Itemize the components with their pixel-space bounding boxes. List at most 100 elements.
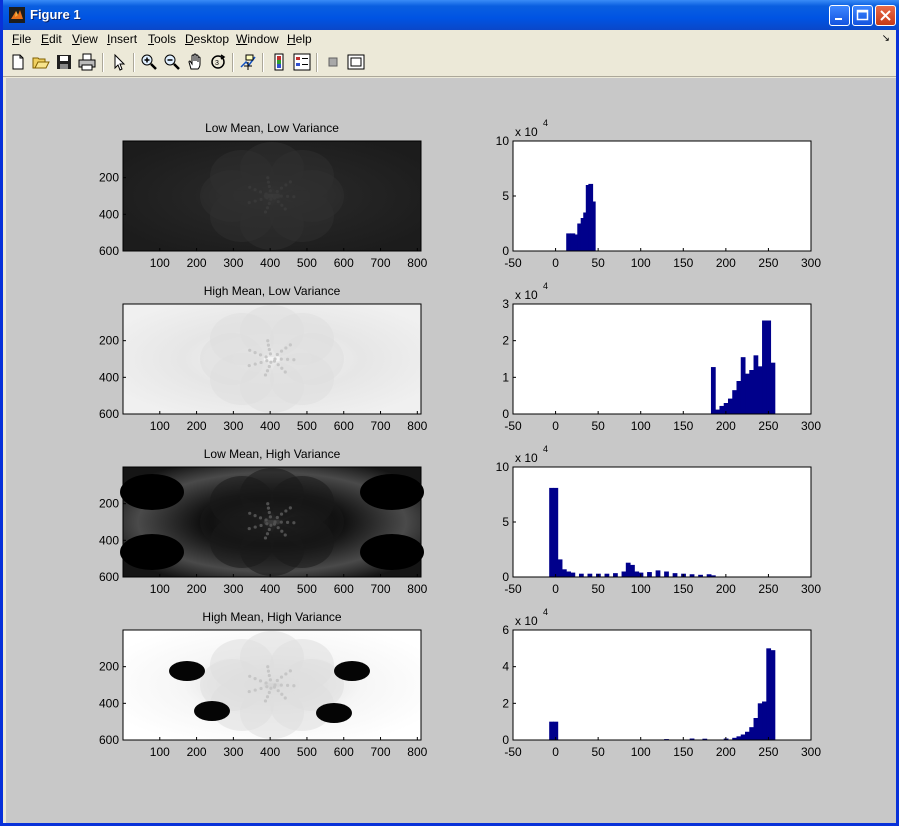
menu-edit[interactable]: Edit — [41, 32, 62, 46]
image-fractal-dot — [279, 520, 283, 524]
histogram-bar — [745, 731, 750, 740]
y-tick-label: 400 — [99, 370, 119, 384]
histogram-bar — [753, 355, 759, 414]
image-fractal-dot — [253, 199, 257, 203]
image-dark-region — [360, 534, 424, 570]
title-bar[interactable]: Figure 1 — [3, 0, 899, 30]
image-fractal-dot — [280, 529, 284, 533]
histogram-bar — [766, 648, 772, 740]
insert-legend-icon[interactable] — [293, 53, 311, 71]
x-tick-label: 300 — [801, 256, 821, 270]
menu-insert[interactable]: Insert — [107, 32, 137, 46]
x-tick-label: 300 — [223, 419, 243, 433]
show-plot-tools-icon[interactable] — [347, 53, 365, 71]
histogram-axes — [512, 629, 812, 741]
image-fractal-dot — [268, 189, 273, 193]
y-exponent-power: 4 — [543, 444, 548, 454]
dock-arrow-icon[interactable]: ↘ — [882, 33, 890, 44]
histogram-bar — [770, 650, 776, 740]
image-fractal-dot — [267, 510, 271, 515]
image-fractal-dot — [247, 363, 251, 368]
x-tick-label: 500 — [297, 256, 317, 270]
image-fractal-dot — [266, 502, 270, 506]
y-tick-label: 0 — [502, 244, 509, 258]
maximize-button[interactable] — [852, 5, 873, 26]
zoom-in-icon[interactable] — [140, 53, 158, 71]
x-tick-label: 200 — [716, 582, 736, 596]
histogram-bar — [549, 721, 554, 740]
image-fractal-dot — [253, 677, 257, 681]
histogram-bar — [745, 373, 750, 414]
menu-view[interactable]: View — [72, 32, 98, 46]
edit-plot-arrow-icon[interactable] — [110, 53, 128, 71]
image-fractal-dot — [285, 194, 290, 198]
x-tick-label: 600 — [334, 582, 354, 596]
subplot-title: High Mean, High Variance — [202, 610, 342, 624]
x-tick-label: -50 — [504, 745, 522, 759]
print-icon[interactable] — [78, 53, 96, 71]
histogram-bar — [634, 571, 640, 577]
menu-tools[interactable]: Tools — [148, 32, 176, 46]
x-tick-label: 50 — [591, 419, 605, 433]
histogram-bar — [561, 569, 567, 577]
new-figure-icon[interactable] — [9, 53, 27, 71]
image-fractal-dot — [267, 184, 271, 189]
x-tick-label: 600 — [334, 256, 354, 270]
x-tick-label: -50 — [504, 582, 522, 596]
image-fractal-dot — [279, 186, 284, 190]
menu-help[interactable]: Help — [287, 32, 312, 46]
rotate-3d-icon[interactable]: 3 — [209, 53, 227, 71]
histogram-bar — [719, 405, 725, 414]
image-fractal-dot — [272, 522, 277, 526]
image-fractal-dot — [280, 692, 284, 696]
menu-window[interactable]: Window — [236, 32, 279, 46]
x-tick-label: 800 — [407, 582, 427, 596]
image-petal — [210, 353, 274, 405]
x-tick-label: 200 — [187, 419, 207, 433]
image-fractal-dot — [276, 689, 280, 693]
svg-text:3: 3 — [215, 60, 219, 67]
image-fractal-dot — [248, 511, 252, 515]
data-cursor-icon[interactable] — [239, 53, 257, 71]
y-tick-label: 2 — [502, 334, 509, 348]
image-fractal-dot — [248, 348, 252, 352]
close-button[interactable] — [875, 5, 896, 26]
save-icon[interactable] — [55, 53, 73, 71]
image-fractal-dot — [292, 195, 296, 199]
insert-colorbar-icon[interactable] — [270, 53, 288, 71]
x-tick-label: 50 — [591, 256, 605, 270]
image-fractal-dot — [275, 352, 279, 357]
histogram-bar — [757, 366, 763, 414]
toolbar-separator — [316, 53, 318, 72]
histogram-bar — [557, 559, 563, 577]
y-tick-label: 400 — [99, 696, 119, 710]
image-fractal-dot — [275, 189, 279, 194]
image-fractal-dot — [267, 673, 271, 678]
image-fractal-dot — [266, 180, 271, 184]
x-tick-label: 300 — [801, 582, 821, 596]
pan-hand-icon[interactable] — [186, 53, 204, 71]
image-fractal-dot — [266, 669, 271, 673]
figure-canvas[interactable]: 100 200 300 400 500 600 700 800 200 400 600 Low Mea… — [6, 78, 896, 823]
histogram-bar — [621, 571, 627, 577]
x-tick-label: 400 — [260, 256, 280, 270]
image-fractal-dot — [266, 339, 270, 343]
zoom-out-icon[interactable] — [163, 53, 181, 71]
y-exponent-label: x 10 — [515, 614, 538, 628]
histogram-bar — [740, 734, 746, 740]
x-tick-label: 150 — [673, 745, 693, 759]
histogram-bar — [570, 233, 576, 251]
y-tick-label: 10 — [496, 460, 510, 474]
menu-file[interactable]: File — [12, 32, 31, 46]
hide-plot-tools-icon[interactable] — [324, 53, 342, 71]
menu-bar: File Edit View Insert Tools Desktop Wind… — [3, 30, 896, 49]
image-fractal-dot — [283, 370, 287, 374]
histogram-bar — [566, 233, 571, 251]
histogram-bar — [732, 390, 737, 414]
histogram-bar — [749, 370, 755, 414]
minimize-button[interactable] — [829, 5, 850, 26]
image-dark-region — [169, 661, 205, 681]
toolbar-separator — [133, 53, 135, 72]
menu-desktop[interactable]: Desktop — [185, 32, 229, 46]
open-file-icon[interactable] — [32, 53, 50, 71]
